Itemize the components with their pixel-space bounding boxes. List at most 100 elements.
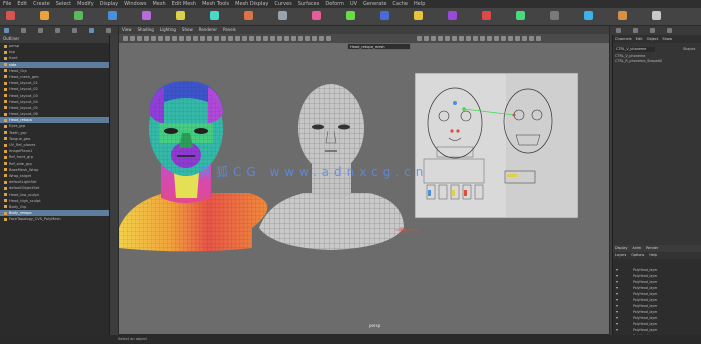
viewport-tool-icon[interactable]	[305, 36, 310, 41]
viewport-tool-icon[interactable]	[466, 36, 471, 41]
viewport-tool-icon[interactable]	[298, 36, 303, 41]
shelf-tool-icon[interactable]	[278, 11, 287, 20]
viewport-tool-icon[interactable]	[494, 36, 499, 41]
viewport-menu-renderer[interactable]: Renderer	[199, 27, 217, 32]
viewport-tool-icon[interactable]	[312, 36, 317, 41]
shelf-tool-icon[interactable]	[312, 11, 321, 20]
menu-item-mesh[interactable]: Mesh	[152, 1, 165, 7]
visibility-icon[interactable]: ▾	[616, 298, 618, 302]
viewport-tool-icon[interactable]	[424, 36, 429, 41]
layer-tab-render[interactable]: Render	[646, 246, 658, 250]
status-tool-icon[interactable]	[106, 28, 111, 33]
menu-item-uv[interactable]: UV	[350, 1, 357, 7]
viewport-menu-view[interactable]: View	[122, 27, 132, 32]
layer-subtab-options[interactable]: Options	[631, 253, 644, 257]
viewport-tool-icon[interactable]	[263, 36, 268, 41]
viewport-tool-icon[interactable]	[144, 36, 149, 41]
viewport-tool-icon[interactable]	[529, 36, 534, 41]
shelf-tool-icon[interactable]	[414, 11, 423, 20]
status-tool-icon[interactable]	[650, 28, 655, 33]
menu-item-create[interactable]: Create	[33, 1, 50, 7]
menu-item-mesh-tools[interactable]: Mesh Tools	[202, 1, 229, 7]
viewport-tool-icon[interactable]	[445, 36, 450, 41]
shelf-tool-icon[interactable]	[482, 11, 491, 20]
viewport-tool-icon[interactable]	[207, 36, 212, 41]
status-tool-icon[interactable]	[633, 28, 638, 33]
layer-subtab-layers[interactable]: Layers	[615, 253, 626, 257]
menu-item-surfaces[interactable]: Surfaces	[298, 1, 320, 7]
viewport-tool-icon[interactable]	[186, 36, 191, 41]
shelf-tool-icon[interactable]	[380, 11, 389, 20]
layer-subtab-help[interactable]: Help	[649, 253, 657, 257]
menu-item-display[interactable]: Display	[100, 1, 118, 7]
viewport-tool-icon[interactable]	[473, 36, 478, 41]
viewport-tool-icon[interactable]	[487, 36, 492, 41]
viewport-tool-icon[interactable]	[193, 36, 198, 41]
viewport-menu-shading[interactable]: Shading	[138, 27, 154, 32]
menu-item-select[interactable]: Select	[56, 1, 71, 7]
shelf-tool-icon[interactable]	[108, 11, 117, 20]
visibility-icon[interactable]: ▾	[616, 328, 618, 332]
shelf-tool-icon[interactable]	[74, 11, 83, 20]
viewport-tool-icon[interactable]	[326, 36, 331, 41]
visibility-icon[interactable]: ▾	[616, 316, 618, 320]
shelf-tool-icon[interactable]	[448, 11, 457, 20]
viewport-tool-icon[interactable]	[200, 36, 205, 41]
viewport-tool-icon[interactable]	[123, 36, 128, 41]
outliner-row[interactable]: FaceTopology_CVS_PolyMesh	[0, 216, 109, 222]
attr-tab-edit[interactable]: Edit	[636, 37, 643, 41]
menu-item-help[interactable]: Help	[414, 1, 425, 7]
layer-tab-anim[interactable]: Anim	[633, 246, 642, 250]
viewport-tool-icon[interactable]	[459, 36, 464, 41]
shelf-tool-icon[interactable]	[550, 11, 559, 20]
menu-item-generate[interactable]: Generate	[363, 1, 386, 7]
viewport-tool-icon[interactable]	[480, 36, 485, 41]
viewport-tool-icon[interactable]	[508, 36, 513, 41]
status-tool-icon[interactable]	[4, 28, 9, 33]
shelf-tool-icon[interactable]	[516, 11, 525, 20]
visibility-icon[interactable]: ▾	[616, 274, 618, 278]
viewport-tool-icon[interactable]	[452, 36, 457, 41]
status-tool-icon[interactable]	[616, 28, 621, 33]
visibility-icon[interactable]: ▾	[616, 292, 618, 296]
viewport-tool-icon[interactable]	[158, 36, 163, 41]
menu-item-edit[interactable]: Edit	[17, 1, 27, 7]
shelf-tool-icon[interactable]	[346, 11, 355, 20]
viewport-tool-icon[interactable]	[417, 36, 422, 41]
visibility-icon[interactable]: ▾	[616, 286, 618, 290]
viewport-menu-show[interactable]: Show	[182, 27, 193, 32]
viewport-tool-icon[interactable]	[431, 36, 436, 41]
viewport-tool-icon[interactable]	[137, 36, 142, 41]
visibility-icon[interactable]: ▾	[616, 280, 618, 284]
menu-item-file[interactable]: File	[3, 1, 11, 7]
viewport-tool-icon[interactable]	[130, 36, 135, 41]
menu-item-mesh-display[interactable]: Mesh Display	[235, 1, 268, 7]
status-tool-icon[interactable]	[72, 28, 77, 33]
shelf-tool-icon[interactable]	[244, 11, 253, 20]
viewport-tool-icon[interactable]	[256, 36, 261, 41]
visibility-icon[interactable]: ▾	[616, 310, 618, 314]
viewport-tool-icon[interactable]	[319, 36, 324, 41]
status-tool-icon[interactable]	[89, 28, 94, 33]
viewport-menu-lighting[interactable]: Lighting	[160, 27, 176, 32]
visibility-icon[interactable]: ▾	[616, 304, 618, 308]
viewport-tool-icon[interactable]	[249, 36, 254, 41]
status-tool-icon[interactable]	[21, 28, 26, 33]
shelf-tool-icon[interactable]	[142, 11, 151, 20]
attr-tab-channels[interactable]: Channels	[615, 37, 632, 41]
viewport-tool-icon[interactable]	[214, 36, 219, 41]
visibility-icon[interactable]: ▾	[616, 322, 618, 326]
viewport-tool-icon[interactable]	[179, 36, 184, 41]
viewport-tool-icon[interactable]	[515, 36, 520, 41]
viewport-tool-icon[interactable]	[522, 36, 527, 41]
menu-item-modify[interactable]: Modify	[77, 1, 94, 7]
viewport-tool-icon[interactable]	[165, 36, 170, 41]
viewport-tool-icon[interactable]	[291, 36, 296, 41]
viewport-tool-icon[interactable]	[228, 36, 233, 41]
menu-item-windows[interactable]: Windows	[124, 1, 146, 7]
attr-tab-object[interactable]: Object	[647, 37, 659, 41]
status-tool-icon[interactable]	[55, 28, 60, 33]
viewport-panel[interactable]: View Shading Lighting Show Renderer Panels He…	[118, 25, 610, 335]
viewport-tool-icon[interactable]	[501, 36, 506, 41]
layer-tab-display[interactable]: Display	[615, 246, 628, 250]
